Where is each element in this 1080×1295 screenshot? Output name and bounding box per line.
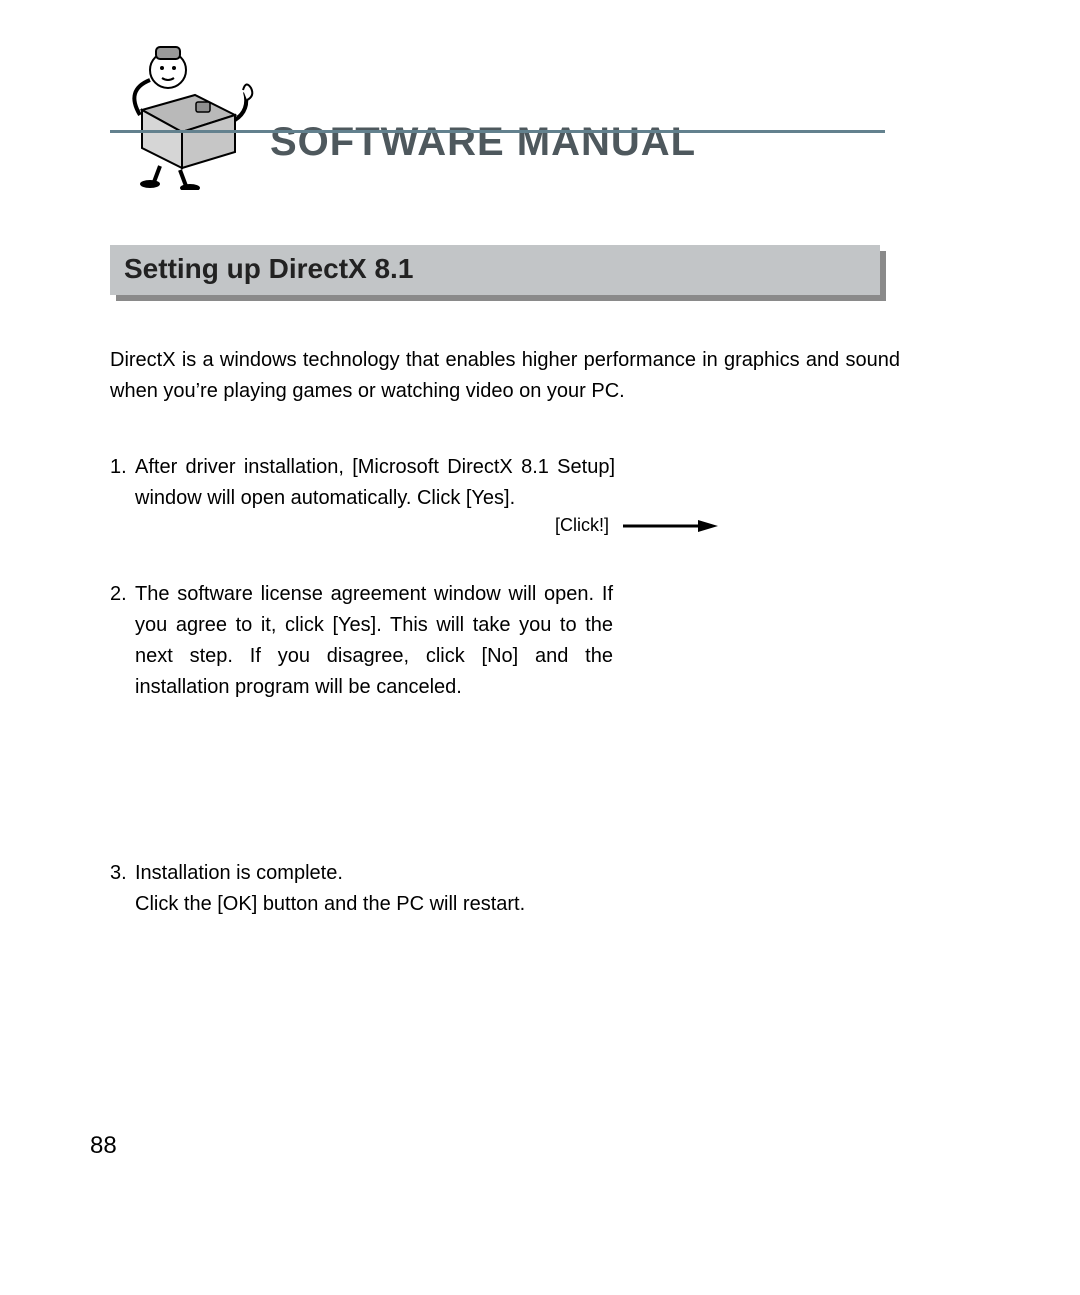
step-3-text: Installation is complete. Click the [OK]… <box>135 858 735 920</box>
page-number: 88 <box>90 1132 117 1160</box>
step-2: 2. The software license agreement window… <box>110 579 900 703</box>
spacer <box>110 544 900 579</box>
step-3-line2: Click the [OK] button and the PC will re… <box>135 893 525 915</box>
body: DirectX is a windows technology that ena… <box>110 345 900 920</box>
arrow-right-icon <box>623 519 718 533</box>
step-1-text: After driver installation, [Microsoft Di… <box>135 452 615 514</box>
mascot-illustration <box>110 30 260 190</box>
step-1: 1. After driver installation, [Microsoft… <box>110 452 900 514</box>
step-2-text: The software license agreement window wi… <box>135 579 613 703</box>
header-rule <box>110 130 885 133</box>
section-heading: Setting up DirectX 8.1 <box>110 245 880 295</box>
intro-paragraph: DirectX is a windows technology that ena… <box>110 345 900 407</box>
doc-title-block: SOFTWARE MANUAL <box>270 120 696 165</box>
page: SOFTWARE MANUAL Setting up DirectX 8.1 D… <box>0 0 1080 1295</box>
click-label: [Click!] <box>555 512 609 540</box>
page-header: SOFTWARE MANUAL <box>110 40 990 180</box>
step-3: 3. Installation is complete. Click the [… <box>110 858 900 920</box>
section-heading-box: Setting up DirectX 8.1 <box>110 245 880 295</box>
click-annotation: [Click!] <box>555 512 718 540</box>
step-1-number: 1. <box>110 452 135 514</box>
doc-title: SOFTWARE MANUAL <box>270 120 696 165</box>
section-title: Setting up DirectX 8.1 <box>124 253 413 284</box>
step-3-number: 3. <box>110 858 135 920</box>
step-3-line1: Installation is complete. <box>135 862 343 884</box>
spacer <box>110 733 900 858</box>
step-2-number: 2. <box>110 579 135 703</box>
